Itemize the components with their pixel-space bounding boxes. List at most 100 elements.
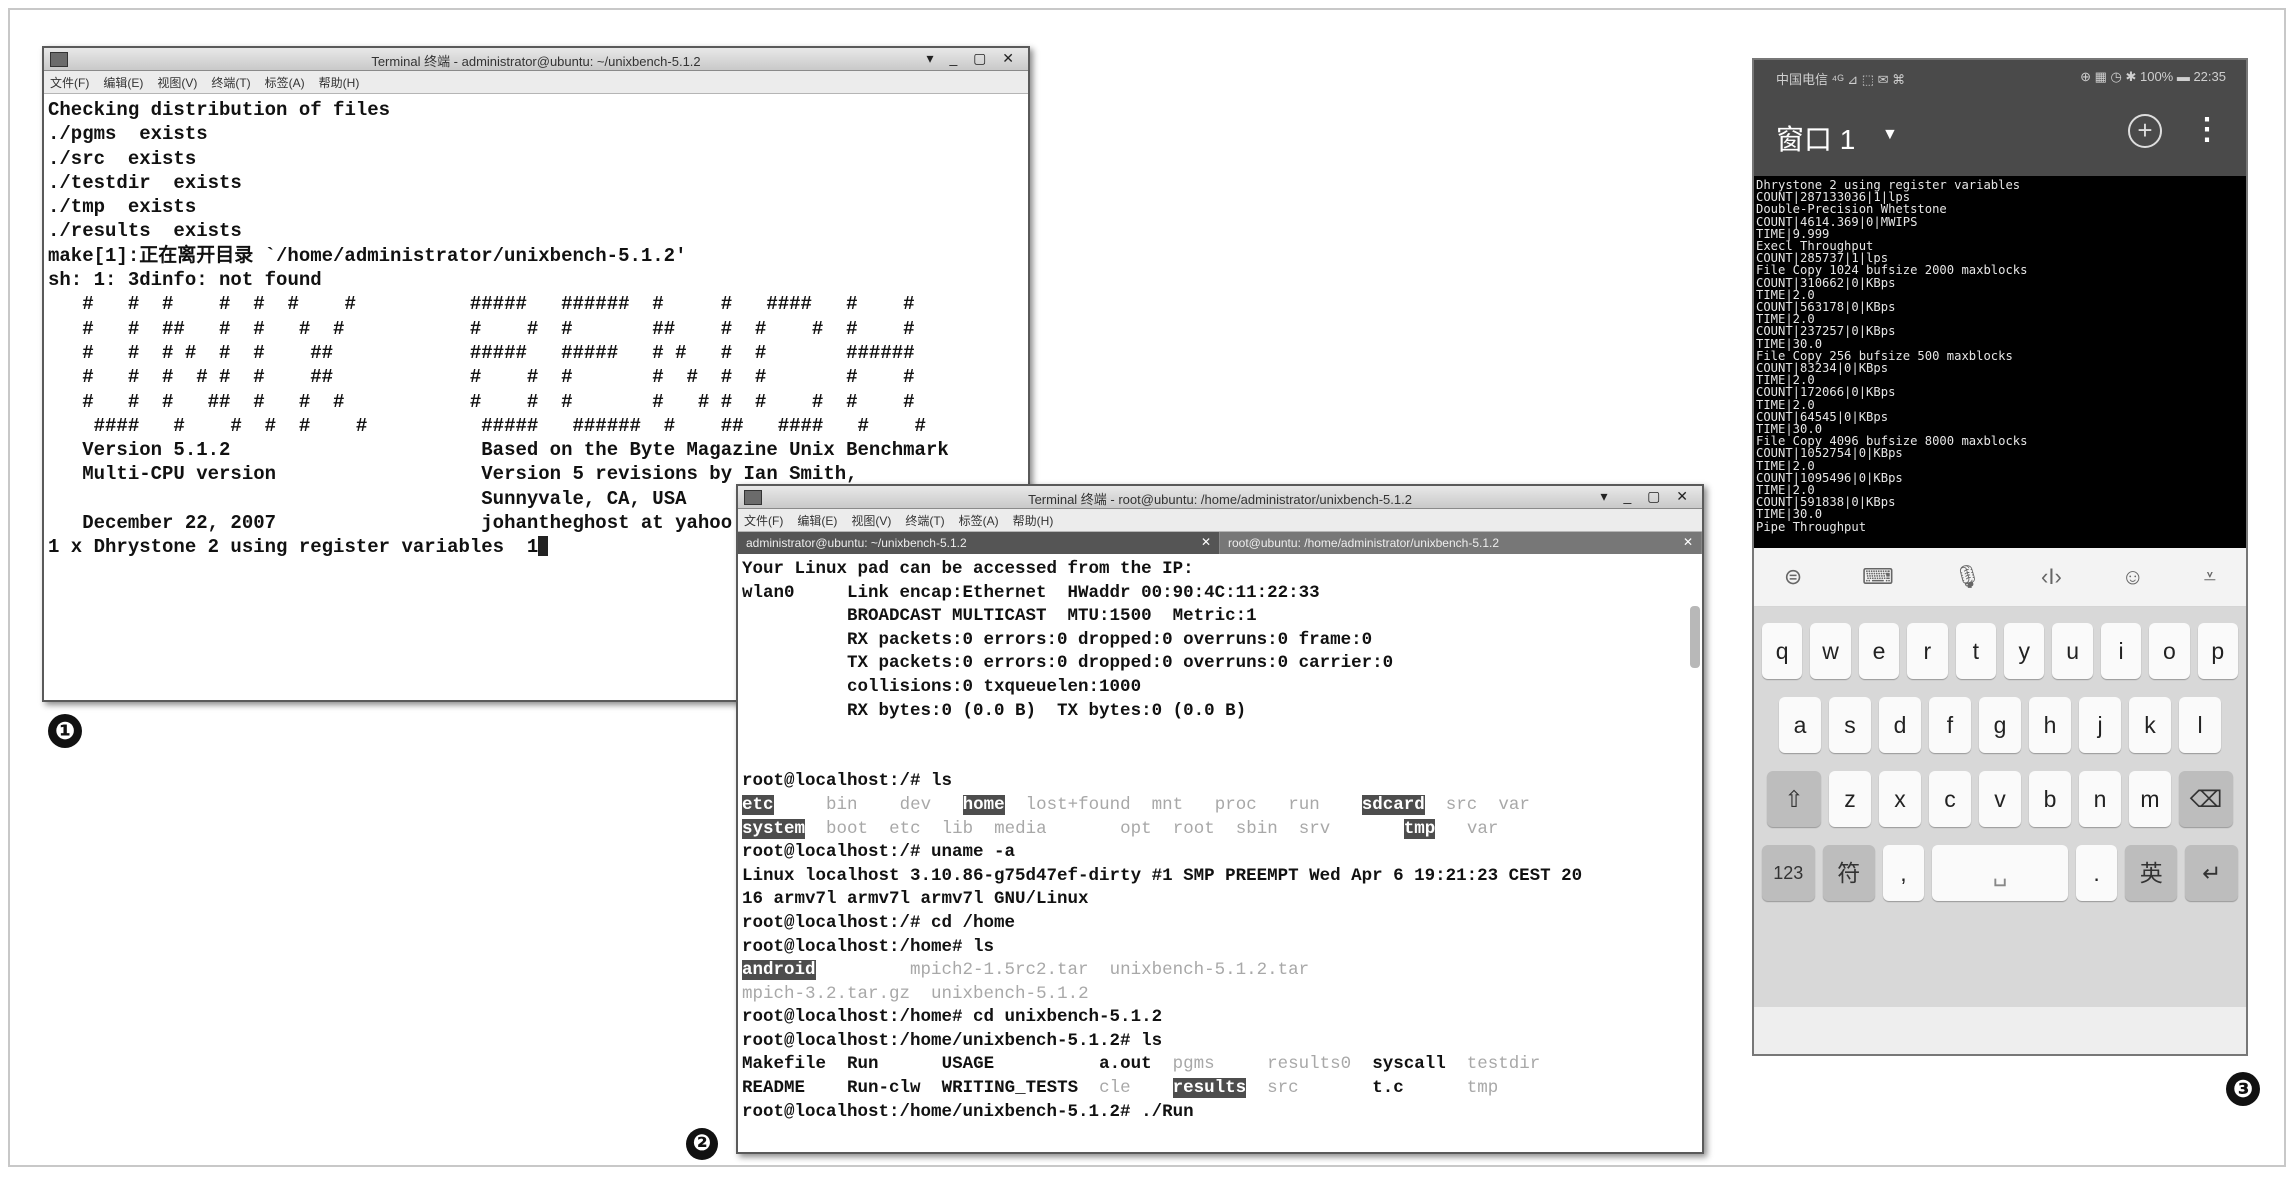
key-n[interactable]: n bbox=[2079, 771, 2121, 827]
menu-edit[interactable]: 编辑(E) bbox=[103, 74, 143, 91]
key-g[interactable]: g bbox=[1979, 697, 2021, 753]
dir-entry: a.out bbox=[1099, 1054, 1152, 1075]
tab-administrator[interactable]: administrator@ubuntu: ~/unixbench-5.1.2 ✕ bbox=[738, 532, 1220, 554]
key-r[interactable]: r bbox=[1907, 623, 1948, 679]
output-line: RX packets:0 errors:0 dropped:0 overruns… bbox=[742, 629, 1373, 650]
close-tab-icon[interactable]: ✕ bbox=[1201, 535, 1211, 549]
carrier-status: 中国电信 ⁴ᴳ ⊿ ⬚ ✉ ⌘ bbox=[1776, 72, 1906, 87]
output-line: ./src exists bbox=[48, 147, 197, 170]
dir-entry: mnt bbox=[1151, 794, 1184, 815]
title-bar[interactable]: Terminal 终端 - administrator@ubuntu: ~/un… bbox=[44, 48, 1028, 71]
dir-entry: USAGE bbox=[941, 1054, 995, 1075]
status-bar: 中国电信 ⁴ᴳ ⊿ ⬚ ✉ ⌘ ⊕ ▦ ◷ ✱ 100% ▬ 22:35 bbox=[1754, 60, 2246, 94]
hide-keyboard-icon[interactable]: ⩡ bbox=[2204, 564, 2216, 590]
microphone-icon[interactable]: 🎙 bbox=[1953, 564, 1981, 590]
figure-label-2: ❷ bbox=[686, 1128, 718, 1160]
backspace-key[interactable]: ⌫ bbox=[2179, 771, 2233, 827]
key-i[interactable]: i bbox=[2100, 623, 2142, 679]
key-k[interactable]: k bbox=[2129, 697, 2171, 753]
key-x[interactable]: x bbox=[1879, 771, 1921, 827]
output-line: 16 armv7l armv7l armv7l GNU/Linux bbox=[742, 889, 1089, 910]
keyboard-toolbar: ⊜ ⌨ 🎙 ‹I› ☺ ⩡ bbox=[1754, 548, 2246, 607]
cursor-move-icon[interactable]: ‹I› bbox=[2041, 564, 2062, 590]
period-key[interactable]: . bbox=[2076, 845, 2117, 901]
menu-terminal[interactable]: 终端(T) bbox=[905, 512, 944, 529]
key-v[interactable]: v bbox=[1979, 771, 2021, 827]
output-line: Double-Precision Whetstone bbox=[1756, 202, 1947, 217]
key-e[interactable]: e bbox=[1858, 623, 1900, 679]
dir-entry: unixbench-5.1.2.tar bbox=[1109, 960, 1310, 981]
menu-help[interactable]: 帮助(H) bbox=[319, 74, 360, 91]
scrollbar-thumb[interactable] bbox=[1690, 606, 1700, 668]
dir-entry: mpich-3.2.tar.gz bbox=[742, 983, 911, 1004]
key-j[interactable]: j bbox=[2079, 697, 2121, 753]
key-d[interactable]: d bbox=[1879, 697, 1921, 753]
comma-key[interactable]: , bbox=[1883, 845, 1924, 901]
more-options-icon[interactable]: ⋮ bbox=[2192, 112, 2222, 147]
key-t[interactable]: t bbox=[1955, 623, 1996, 679]
tab-root[interactable]: root@ubuntu: /home/administrator/unixben… bbox=[1220, 532, 1702, 554]
keyboard-row-3: ⇧ z x c v b n m ⌫ bbox=[1762, 771, 2238, 827]
shift-key[interactable]: ⇧ bbox=[1767, 771, 1821, 827]
key-b[interactable]: b bbox=[2029, 771, 2071, 827]
key-h[interactable]: h bbox=[2029, 697, 2071, 753]
menu-terminal[interactable]: 终端(T) bbox=[211, 74, 250, 91]
language-key[interactable]: 英 bbox=[2124, 845, 2178, 901]
close-tab-icon[interactable]: ✕ bbox=[1683, 535, 1693, 549]
terminal-window-2[interactable]: Terminal 终端 - root@ubuntu: /home/adminis… bbox=[736, 484, 1704, 1154]
output-line: Version 5.1.2 Based on the Byte Magazine… bbox=[48, 439, 949, 462]
phone-terminal-output[interactable]: Dhrystone 2 using register variables COUN… bbox=[1754, 176, 2246, 548]
output-line: root@localhost:/home/unixbench-5.1.2# ls bbox=[742, 1030, 1163, 1051]
menu-file[interactable]: 文件(F) bbox=[50, 74, 89, 91]
output-line: COUNT|591838|0|KBps bbox=[1756, 495, 1896, 510]
key-a[interactable]: a bbox=[1779, 697, 1821, 753]
add-window-icon[interactable]: + bbox=[2128, 114, 2162, 148]
emoji-icon[interactable]: ☺ bbox=[2122, 564, 2144, 590]
output-line: root@localhost:/home/unixbench-5.1.2# ./… bbox=[742, 1101, 1194, 1122]
key-c[interactable]: c bbox=[1929, 771, 1971, 827]
window-controls[interactable]: ▾ _ ▢ ✕ bbox=[927, 50, 1020, 67]
symbols-key[interactable]: 符 bbox=[1822, 845, 1876, 901]
key-y[interactable]: y bbox=[2004, 623, 2045, 679]
space-key[interactable]: ␣ bbox=[1931, 845, 2069, 901]
keyboard-row-2: a s d f g h j k l bbox=[1762, 697, 2238, 753]
key-z[interactable]: z bbox=[1829, 771, 1871, 827]
dir-entry: WRITING_TESTS bbox=[941, 1078, 1079, 1099]
dir-entry: system bbox=[742, 818, 806, 839]
output-line: COUNT|1052754|0|KBps bbox=[1756, 446, 1903, 461]
chevron-down-icon[interactable]: ▼ bbox=[1882, 126, 1898, 144]
window-controls[interactable]: ▾ _ ▢ ✕ bbox=[1601, 488, 1694, 505]
battery-time-status: ⊕ ▦ ◷ ✱ 100% ▬ 22:35 bbox=[2080, 69, 2226, 84]
output-line: COUNT|563178|0|KBps bbox=[1756, 300, 1896, 315]
output-line: root@localhost:/home# cd unixbench-5.1.2 bbox=[742, 1007, 1163, 1028]
window-selector-title[interactable]: 窗口 1 bbox=[1776, 118, 1855, 158]
menu-help[interactable]: 帮助(H) bbox=[1013, 512, 1054, 529]
menu-view[interactable]: 视图(V) bbox=[851, 512, 891, 529]
key-o[interactable]: o bbox=[2149, 623, 2190, 679]
key-w[interactable]: w bbox=[1810, 623, 1851, 679]
key-f[interactable]: f bbox=[1929, 697, 1971, 753]
key-s[interactable]: s bbox=[1829, 697, 1871, 753]
tab-label: administrator@ubuntu: ~/unixbench-5.1.2 bbox=[746, 536, 967, 550]
key-l[interactable]: l bbox=[2179, 697, 2221, 753]
menu-edit[interactable]: 编辑(E) bbox=[797, 512, 837, 529]
numbers-key[interactable]: 123 bbox=[1761, 845, 1815, 901]
key-u[interactable]: u bbox=[2052, 623, 2093, 679]
title-bar[interactable]: Terminal 终端 - root@ubuntu: /home/adminis… bbox=[738, 486, 1702, 509]
input-method-icon[interactable]: ⊜ bbox=[1784, 564, 1802, 590]
terminal-output[interactable]: Your Linux pad can be accessed from the … bbox=[738, 554, 1702, 1124]
enter-key[interactable]: ↵ bbox=[2185, 845, 2239, 901]
dir-entry: proc bbox=[1214, 794, 1257, 815]
key-q[interactable]: q bbox=[1761, 623, 1803, 679]
menu-view[interactable]: 视图(V) bbox=[157, 74, 197, 91]
dir-entry: boot bbox=[826, 818, 869, 839]
menu-tabs[interactable]: 标签(A) bbox=[959, 512, 999, 529]
output-line: collisions:0 txqueuelen:1000 bbox=[742, 676, 1142, 697]
key-p[interactable]: p bbox=[2197, 623, 2239, 679]
keyboard-row-1: q w e r t y u i o p bbox=[1761, 623, 2239, 679]
window-title: Terminal 终端 - root@ubuntu: /home/adminis… bbox=[1028, 492, 1412, 507]
keyboard-icon[interactable]: ⌨ bbox=[1862, 564, 1894, 590]
menu-tabs[interactable]: 标签(A) bbox=[265, 74, 305, 91]
menu-file[interactable]: 文件(F) bbox=[744, 512, 783, 529]
key-m[interactable]: m bbox=[2129, 771, 2171, 827]
